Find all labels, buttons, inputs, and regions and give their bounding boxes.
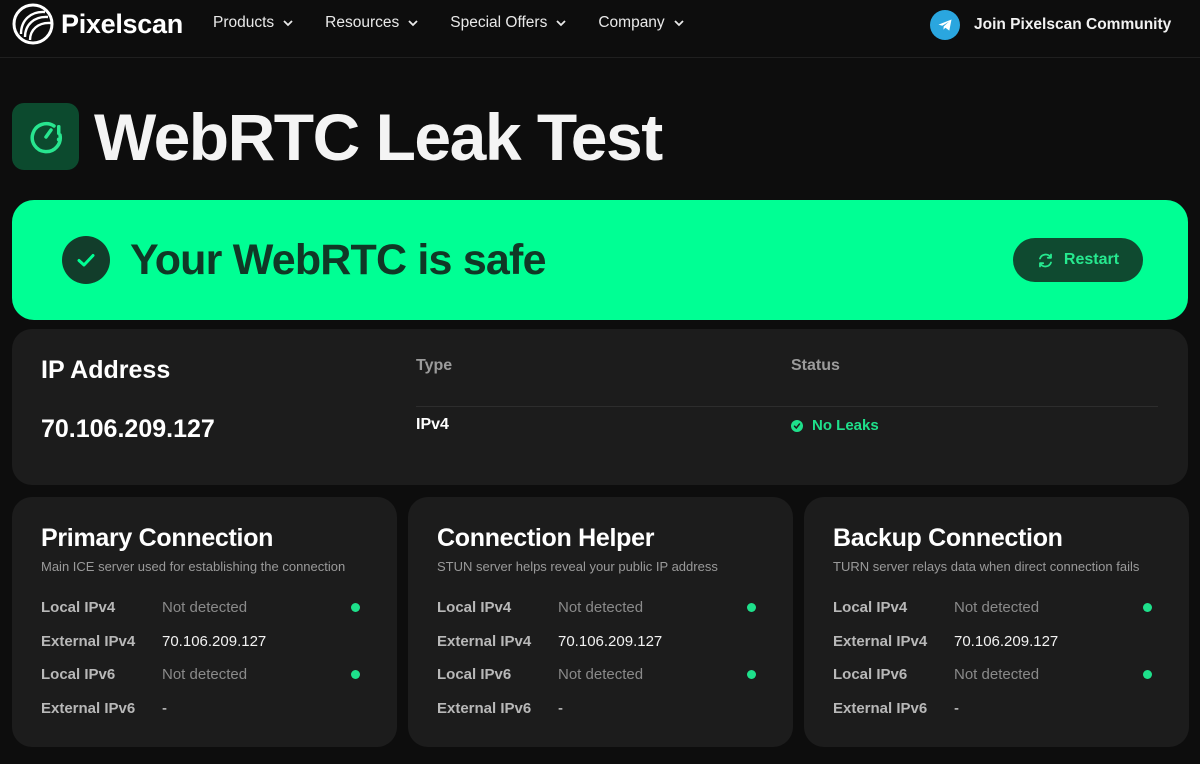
check-icon xyxy=(62,236,110,284)
row-value: 70.106.209.127 xyxy=(954,633,1059,650)
external-ipv4-row: External IPv4 70.106.209.127 xyxy=(41,633,371,653)
ip-address-heading: IP Address xyxy=(41,356,171,384)
card-subtitle: STUN server helps reveal your public IP … xyxy=(437,559,718,574)
page-title: WebRTC Leak Test xyxy=(94,100,663,174)
chevron-down-icon xyxy=(283,20,293,27)
external-ipv4-row: External IPv4 70.106.209.127 xyxy=(437,633,767,653)
chevron-down-icon xyxy=(408,20,418,27)
row-value: Not detected xyxy=(558,599,644,616)
row-value: - xyxy=(954,700,959,717)
row-label: Local IPv4 xyxy=(41,599,116,616)
status-dot xyxy=(1143,670,1152,679)
chevron-down-icon xyxy=(674,20,684,27)
backup-connection-card: Backup Connection TURN server relays dat… xyxy=(804,497,1189,747)
row-label: Local IPv6 xyxy=(41,666,116,683)
pixelscan-logo-icon xyxy=(12,3,54,45)
row-value: Not detected xyxy=(162,666,248,683)
local-ipv6-row: Local IPv6 Not detected xyxy=(41,666,371,686)
brand-name: Pixelscan xyxy=(61,8,183,39)
local-ipv4-row: Local IPv4 Not detected xyxy=(833,599,1163,619)
menu-company-label: Company xyxy=(598,14,665,31)
community-label: Join Pixelscan Community xyxy=(974,16,1172,33)
ip-summary-card: IP Address Type Status 70.106.209.127 IP… xyxy=(12,329,1188,485)
status-dot xyxy=(1143,603,1152,612)
card-title: Primary Connection xyxy=(41,524,274,552)
local-ipv6-row: Local IPv6 Not detected xyxy=(833,666,1163,686)
menu-company[interactable]: Company xyxy=(598,14,684,32)
status-dot xyxy=(351,670,360,679)
external-ipv6-row: External IPv6 - xyxy=(41,700,371,720)
join-community-link[interactable]: Join Pixelscan Community xyxy=(930,10,1171,40)
primary-connection-card: Primary Connection Main ICE server used … xyxy=(12,497,397,747)
row-value: Not detected xyxy=(162,599,248,616)
menu-special-offers[interactable]: Special Offers xyxy=(450,14,567,32)
external-ipv4-row: External IPv4 70.106.209.127 xyxy=(833,633,1163,653)
ip-type-value: IPv4 xyxy=(416,416,449,433)
card-subtitle: TURN server relays data when direct conn… xyxy=(833,559,1140,574)
divider xyxy=(416,406,1158,407)
row-value: Not detected xyxy=(954,599,1040,616)
telegram-icon xyxy=(930,10,960,40)
check-icon xyxy=(791,419,803,432)
menu-resources-label: Resources xyxy=(325,14,400,31)
row-value: 70.106.209.127 xyxy=(558,633,663,650)
card-subtitle: Main ICE server used for establishing th… xyxy=(41,559,346,574)
row-label: External IPv6 xyxy=(833,700,928,717)
result-banner: Your WebRTC is safe Restart xyxy=(12,200,1188,320)
row-label: External IPv6 xyxy=(41,700,136,717)
row-label: Local IPv4 xyxy=(437,599,512,616)
restart-button[interactable]: Restart xyxy=(1013,238,1143,282)
status-badge: No Leaks xyxy=(791,417,879,434)
result-message: Your WebRTC is safe xyxy=(130,236,546,284)
status-label: No Leaks xyxy=(812,417,879,434)
local-ipv4-row: Local IPv4 Not detected xyxy=(437,599,767,619)
row-value: Not detected xyxy=(558,666,644,683)
row-label: External IPv6 xyxy=(437,700,532,717)
row-label: External IPv4 xyxy=(437,633,532,650)
type-heading: Type xyxy=(416,357,453,374)
menu-products-label: Products xyxy=(213,14,275,31)
row-value: - xyxy=(558,700,563,717)
external-ipv6-row: External IPv6 - xyxy=(437,700,767,720)
webrtc-gauge-icon xyxy=(12,103,79,170)
restart-label: Restart xyxy=(1063,251,1120,268)
refresh-icon xyxy=(1039,253,1052,267)
main-menu: Products Resources Special Offers Compan… xyxy=(213,14,716,32)
menu-products[interactable]: Products xyxy=(213,14,294,32)
chevron-down-icon xyxy=(556,20,566,27)
local-ipv6-row: Local IPv6 Not detected xyxy=(437,666,767,686)
local-ipv4-row: Local IPv4 Not detected xyxy=(41,599,371,619)
status-heading: Status xyxy=(791,357,840,374)
row-label: Local IPv6 xyxy=(437,666,512,683)
row-value: Not detected xyxy=(954,666,1040,683)
row-label: Local IPv4 xyxy=(833,599,908,616)
status-dot xyxy=(747,670,756,679)
status-dot xyxy=(747,603,756,612)
top-navbar: Pixelscan Products Resources Special Off… xyxy=(0,0,1200,58)
row-label: External IPv4 xyxy=(833,633,928,650)
row-label: External IPv4 xyxy=(41,633,136,650)
row-label: Local IPv6 xyxy=(833,666,908,683)
menu-resources[interactable]: Resources xyxy=(325,14,419,32)
row-value: 70.106.209.127 xyxy=(162,633,267,650)
connection-helper-card: Connection Helper STUN server helps reve… xyxy=(408,497,793,747)
card-title: Backup Connection xyxy=(833,524,1063,552)
card-title: Connection Helper xyxy=(437,524,655,552)
menu-special-offers-label: Special Offers xyxy=(450,14,548,31)
brand-logo-link[interactable]: Pixelscan xyxy=(11,2,183,46)
status-dot xyxy=(351,603,360,612)
external-ipv6-row: External IPv6 - xyxy=(833,700,1163,720)
ip-address-value: 70.106.209.127 xyxy=(41,415,215,443)
row-value: - xyxy=(162,700,167,717)
